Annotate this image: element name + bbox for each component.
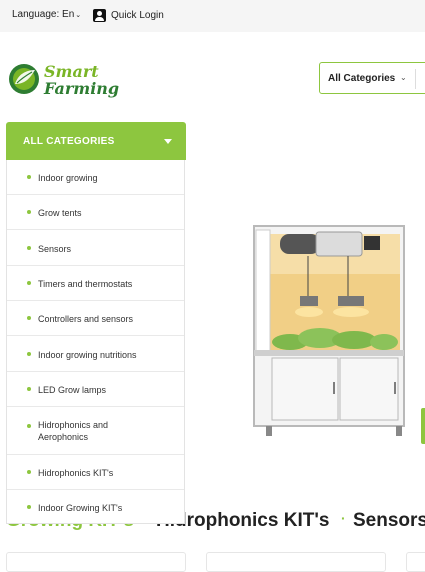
top-bar: Language: En⌄ Quick Login xyxy=(0,0,425,32)
bullet-icon xyxy=(27,352,31,356)
bullet-icon xyxy=(27,246,31,250)
slider-next-button[interactable] xyxy=(421,408,425,444)
grow-cabinet-image[interactable] xyxy=(250,222,408,442)
category-item-label: Sensors xyxy=(38,244,72,254)
category-list: Indoor growing Grow tents Sensors Timers… xyxy=(6,160,185,524)
chevron-down-icon: ⌄ xyxy=(400,73,407,82)
category-item-label: Hidrophonics and Aerophonics xyxy=(38,420,109,442)
bullet-icon xyxy=(27,470,31,474)
category-item-indoor-growing[interactable]: Indoor growing xyxy=(7,160,184,195)
category-item-label: Hidrophonics KIT's xyxy=(38,468,114,478)
bullet-icon xyxy=(27,505,31,509)
category-item-label: Controllers and sensors xyxy=(38,314,134,324)
category-item-label: Indoor growing nutritions xyxy=(38,350,137,360)
product-card[interactable] xyxy=(6,552,186,572)
product-card[interactable] xyxy=(206,552,386,572)
category-item-led-grow-lamps[interactable]: LED Grow lamps xyxy=(7,372,184,407)
category-item-timers[interactable]: Timers and thermostats xyxy=(7,266,184,301)
category-item-label: Indoor Growing KIT's xyxy=(38,503,123,513)
product-card[interactable] xyxy=(406,552,425,572)
leaf-globe-icon xyxy=(9,64,39,94)
quick-login-label: Quick Login xyxy=(111,10,164,21)
all-categories-toggle[interactable]: ALL CATEGORIES xyxy=(6,122,186,160)
category-item-hidrophonics-kits[interactable]: Hidrophonics KIT's xyxy=(7,455,184,490)
category-select[interactable]: All Categories ⌄ xyxy=(319,62,425,94)
chevron-down-icon: ⌄ xyxy=(75,12,82,19)
category-item-indoor-growing-kits[interactable]: Indoor Growing KIT's xyxy=(7,490,184,524)
bullet-icon xyxy=(27,281,31,285)
bullet-icon xyxy=(27,424,31,428)
logo-text-farming: Farming xyxy=(44,79,120,98)
category-item-label: Indoor growing xyxy=(38,173,98,183)
category-item-hidrophonics-aerophonics[interactable]: Hidrophonics and Aerophonics xyxy=(7,407,184,455)
divider xyxy=(415,69,416,89)
bullet-icon xyxy=(27,175,31,179)
caret-down-icon xyxy=(164,139,172,144)
category-select-label: All Categories xyxy=(328,73,396,84)
quick-login-link[interactable]: Quick Login xyxy=(93,9,164,22)
tab-sensors[interactable]: Sensors xyxy=(353,510,425,532)
bullet-icon xyxy=(27,387,31,391)
language-selector[interactable]: Language: En⌄ xyxy=(12,9,81,20)
category-item-label: Grow tents xyxy=(38,208,82,218)
category-item-sensors[interactable]: Sensors xyxy=(7,230,184,266)
category-item-nutritions[interactable]: Indoor growing nutritions xyxy=(7,336,184,372)
category-item-label: LED Grow lamps xyxy=(38,385,107,395)
tab-separator-icon: · xyxy=(341,510,346,526)
bullet-icon xyxy=(27,210,31,214)
language-label: Language: En xyxy=(12,9,75,20)
site-logo[interactable]: Smart Farming xyxy=(7,60,122,100)
all-categories-label: ALL CATEGORIES xyxy=(23,136,115,147)
bullet-icon xyxy=(27,316,31,320)
category-item-label: Timers and thermostats xyxy=(38,279,133,289)
category-item-controllers[interactable]: Controllers and sensors xyxy=(7,301,184,336)
category-item-grow-tents[interactable]: Grow tents xyxy=(7,195,184,230)
user-icon xyxy=(93,9,106,22)
